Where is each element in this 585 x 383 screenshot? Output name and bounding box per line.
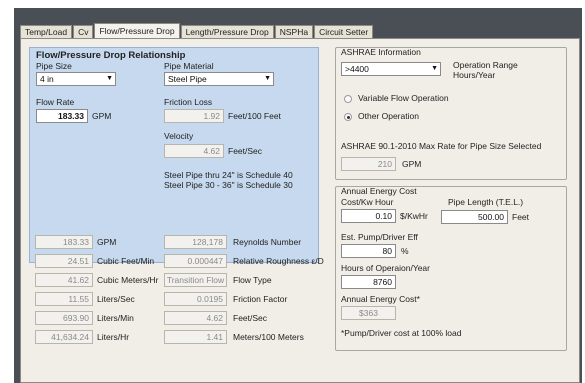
operation-range-label: Operation Range [453,60,518,70]
energy-group-title: Annual Energy Cost [341,186,417,196]
friction-loss-unit: Feet/100 Feet [228,111,281,121]
variable-flow-label: Variable Flow Operation [358,93,449,103]
tab-nspha[interactable]: NSPHa [274,25,314,38]
pump-efficiency-label: Est. Pump/Driver Eff [341,232,418,242]
other-operation-label: Other Operation [358,111,419,121]
cost-per-kwh-input[interactable]: 0.10 [341,209,396,223]
friction-factor-value: 0.0195 [164,292,227,306]
ashrae-group: ASHRAE Information >4400 ▼ Operation Ran… [335,47,567,180]
cost-footnote: *Pump/Driver cost at 100% load [341,328,462,338]
max-rate-unit: GPM [402,159,422,169]
flow-relationship-section: Flow/Pressure Drop Relationship Pipe Siz… [29,47,319,263]
max-rate-value: 210 [341,157,396,171]
velocity-result-label: Feet/Sec [233,313,268,323]
schedule-note-2: Steel Pipe 30 - 36" is Schedule 30 [164,180,293,190]
variable-flow-radio[interactable] [344,95,352,103]
chevron-down-icon: ▼ [431,65,438,72]
annual-energy-cost-group: Annual Energy Cost Cost/Kw Hour 0.10 $/K… [335,186,567,351]
pump-efficiency-unit: % [401,246,409,256]
conversion-unit: GPM [97,237,117,247]
reynolds-number-label: Reynolds Number [233,237,302,247]
operation-range-select[interactable]: >4400 ▼ [341,62,441,76]
pump-efficiency-input[interactable]: 80 [341,244,396,258]
operation-range-sublabel: Hours/Year [453,70,496,80]
hours-per-year-label: Hours of Operaion/Year [341,263,430,273]
head-loss-metric-label: Meters/100 Meters [233,332,304,342]
conversion-unit: Liters/Sec [97,294,135,304]
operation-range-value: >4400 [345,64,369,74]
relative-roughness-label: Relative Roughness ε/D [233,256,324,266]
cost-per-kwh-unit: $/KwHr [400,211,428,221]
schedule-note-1: Steel Pipe thru 24" is Schedule 40 [164,170,293,180]
friction-loss-value: 1.92 [164,109,224,123]
conversion-unit: Cubic Feet/Min [97,256,155,266]
tab-circuit-setter[interactable]: Circuit Setter [314,25,374,38]
other-operation-radio[interactable] [344,113,352,121]
friction-loss-label: Friction Loss [164,97,213,107]
pipe-length-label: Pipe Length (T.E.L.) [448,197,524,207]
conversion-value: 183.33 [35,235,93,249]
hours-per-year-input[interactable]: 8760 [341,275,396,289]
velocity-result-value: 4.62 [164,311,227,325]
pipe-material-select[interactable]: Steel Pipe ▼ [164,72,274,86]
pipe-size-label: Pipe Size [36,61,72,71]
annual-cost-value: $363 [341,306,396,320]
velocity-unit: Feet/Sec [228,146,263,156]
conversion-unit: Cubic Meters/Hr [97,275,159,285]
flow-rate-label: Flow Rate [36,97,75,107]
tab-length-pressure-drop[interactable]: Length/Pressure Drop [180,25,274,38]
conversion-unit: Liters/Min [97,313,134,323]
pipe-material-value: Steel Pipe [168,74,207,84]
max-rate-label: ASHRAE 90.1-2010 Max Rate for Pipe Size … [341,141,542,151]
cost-per-kwh-label: Cost/Kw Hour [341,197,394,207]
conversion-value: 693.90 [35,311,93,325]
conversion-value: 24.51 [35,254,93,268]
annual-cost-label: Annual Energy Cost* [341,294,420,304]
conversion-value: 41.62 [35,273,93,287]
friction-factor-label: Friction Factor [233,294,288,304]
flow-rate-unit: GPM [92,111,112,121]
pipe-size-value: 4 in [40,74,54,84]
flow-rate-input[interactable]: 183.33 [36,109,88,123]
conversion-value: 41,634.24 [35,330,93,344]
head-loss-metric-value: 1.41 [164,330,227,344]
tab-temp-load[interactable]: Temp/Load [20,25,73,38]
pipe-length-unit: Feet [512,212,530,222]
tab-cv[interactable]: Cv [73,25,94,38]
tab-strip: Temp/Load Cv Flow/Pressure Drop Length/P… [20,23,580,38]
section-title: Flow/Pressure Drop Relationship [36,50,186,61]
velocity-label: Velocity [164,131,194,141]
flow-type-value: Transition Flow [164,273,227,287]
chevron-down-icon: ▼ [264,75,271,82]
velocity-value: 4.62 [164,144,224,158]
flow-type-label: Flow Type [233,275,272,285]
pipe-material-label: Pipe Material [164,61,214,71]
ashrae-group-title: ASHRAE Information [341,47,421,57]
conversion-value: 11.55 [35,292,93,306]
conversion-unit: Liters/Hr [97,332,130,342]
chevron-down-icon: ▼ [106,75,113,82]
tab-flow-pressure-drop[interactable]: Flow/Pressure Drop [94,23,180,38]
pipe-length-input[interactable]: 500.00 [441,210,508,224]
relative-roughness-value: 0.000447 [164,254,227,268]
pipe-size-select[interactable]: 4 in ▼ [36,72,116,86]
flow-pressure-drop-panel: Flow/Pressure Drop Relationship Pipe Siz… [20,38,580,383]
reynolds-number-value: 128,178 [164,235,227,249]
